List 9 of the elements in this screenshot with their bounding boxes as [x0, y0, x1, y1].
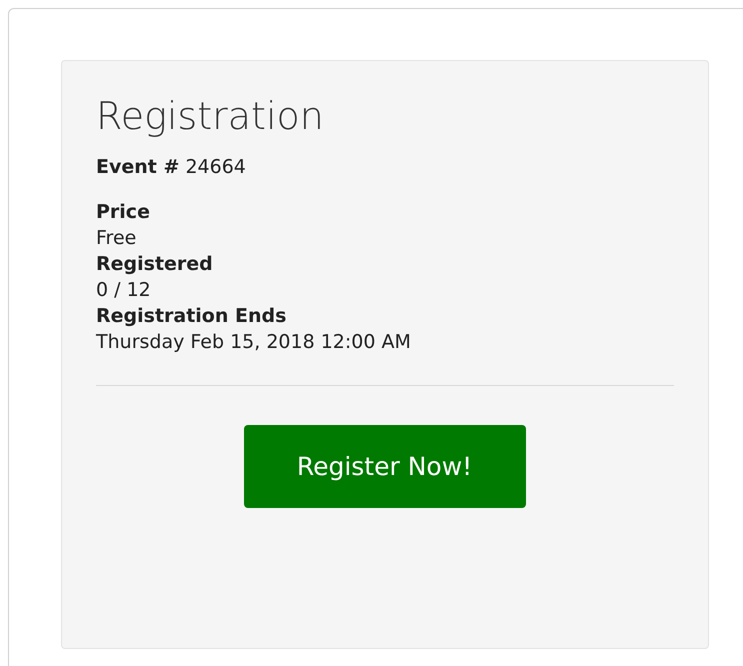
- field-label: Registration Ends: [96, 304, 288, 329]
- field-label: Registered: [96, 252, 214, 277]
- field-value: 0 / 12: [96, 278, 152, 303]
- register-button[interactable]: Register Now!: [244, 425, 526, 508]
- field-value: Thursday Feb 15, 2018 12:00 AM: [96, 330, 412, 355]
- card-title: Registration: [96, 93, 325, 140]
- field-label: Price: [96, 200, 151, 225]
- field-value: Free: [96, 226, 138, 251]
- event-number: Event # 24664: [96, 154, 247, 180]
